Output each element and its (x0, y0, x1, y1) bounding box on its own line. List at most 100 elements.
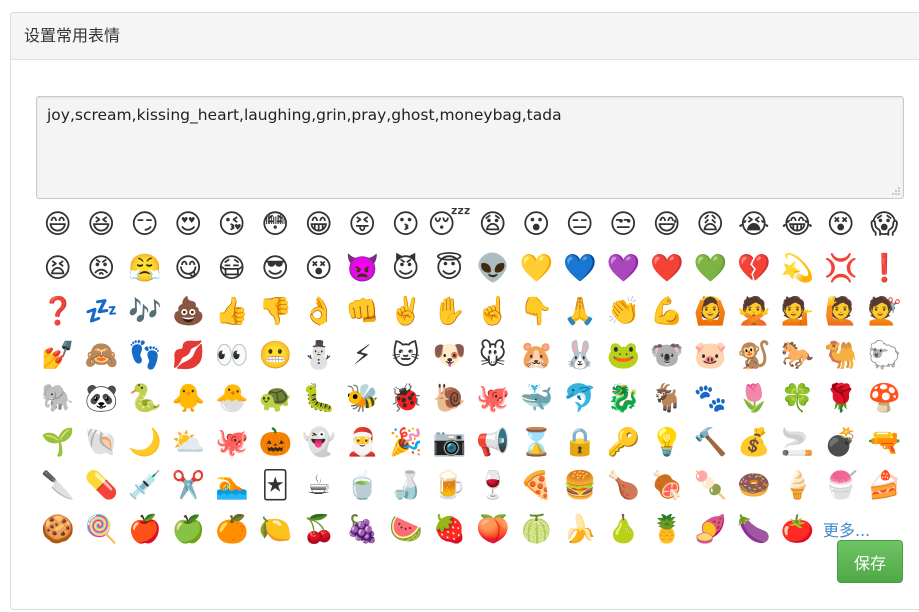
muscle-icon[interactable]: 💪 (645, 290, 689, 334)
rose-icon[interactable]: 🌹 (819, 377, 863, 421)
horse-icon[interactable]: 🐎 (776, 334, 820, 378)
sob-icon[interactable]: 😭 (732, 203, 776, 247)
meat-on-bone-icon[interactable]: 🍖 (645, 464, 689, 508)
no-good-icon[interactable]: 🙅 (732, 290, 776, 334)
chick-icon[interactable]: 🐥 (167, 377, 211, 421)
shaved-ice-icon[interactable]: 🍧 (819, 464, 863, 508)
bee-icon[interactable]: 🐝 (341, 377, 385, 421)
expressionless-icon[interactable]: 😑 (558, 203, 602, 247)
bomb-icon[interactable]: 💣 (819, 421, 863, 465)
octopus-icon[interactable]: 🐙 (471, 377, 515, 421)
heart-eyes-icon[interactable]: 😍 (167, 203, 211, 247)
clap-icon[interactable]: 👏 (602, 290, 646, 334)
snail-icon[interactable]: 🐌 (428, 377, 472, 421)
resize-grip-icon[interactable] (891, 186, 901, 196)
green-heart-icon[interactable]: 💚 (689, 247, 733, 291)
cat-icon[interactable]: 🐱 (384, 334, 428, 378)
koala-icon[interactable]: 🐨 (645, 334, 689, 378)
eyes-icon[interactable]: 👀 (210, 334, 254, 378)
goat-icon[interactable]: 🐐 (645, 377, 689, 421)
cherries-icon[interactable]: 🍒 (297, 508, 341, 552)
smirk-icon[interactable]: 😏 (123, 203, 167, 247)
hatching-chick-icon[interactable]: 🐣 (210, 377, 254, 421)
peach-icon[interactable]: 🍑 (471, 508, 515, 552)
see-no-evil-icon[interactable]: 🙈 (80, 334, 124, 378)
triumph-icon[interactable]: 😤 (123, 247, 167, 291)
anguished-icon[interactable]: 😧 (471, 203, 515, 247)
tomato-icon[interactable]: 🍅 (776, 508, 820, 552)
sleeping-icon[interactable]: 😴 (428, 203, 472, 247)
notes-icon[interactable]: 🎶 (123, 290, 167, 334)
moneybag-icon[interactable]: 💰 (732, 421, 776, 465)
heart-icon[interactable]: ❤️ (645, 247, 689, 291)
trollface-icon[interactable]: 😬 (254, 334, 298, 378)
laughing-icon[interactable]: 😆 (80, 203, 124, 247)
snake-icon[interactable]: 🐍 (123, 377, 167, 421)
apple-icon[interactable]: 🍎 (123, 508, 167, 552)
unamused-icon[interactable]: 😒 (602, 203, 646, 247)
camera-icon[interactable]: 📷 (428, 421, 472, 465)
poultry-leg-icon[interactable]: 🍗 (602, 464, 646, 508)
hamster-icon[interactable]: 🐹 (515, 334, 559, 378)
emoji-codes-textarea[interactable] (36, 96, 904, 199)
paw-prints-icon[interactable]: 🐾 (689, 377, 733, 421)
dragon-icon[interactable]: 🐉 (602, 377, 646, 421)
point-up-icon[interactable]: ☝️ (471, 290, 515, 334)
exclamation-icon[interactable]: ❗ (863, 247, 907, 291)
hocho-icon[interactable]: 🔪 (36, 464, 80, 508)
rabbit-icon[interactable]: 🐰 (558, 334, 602, 378)
thumbsdown-icon[interactable]: 👎 (254, 290, 298, 334)
mouse-icon[interactable]: 🐭 (471, 334, 515, 378)
tada-icon[interactable]: 🎉 (384, 421, 428, 465)
mushroom-icon[interactable]: 🍄 (863, 377, 907, 421)
sake-icon[interactable]: 🍶 (384, 464, 428, 508)
monkey-icon[interactable]: 🐒 (732, 334, 776, 378)
melon-icon[interactable]: 🍈 (515, 508, 559, 552)
black-joker-icon[interactable]: 🃏 (254, 464, 298, 508)
pray-icon[interactable]: 🙏 (558, 290, 602, 334)
cookie-icon[interactable]: 🍪 (36, 508, 80, 552)
blue-heart-icon[interactable]: 💙 (558, 247, 602, 291)
purple-heart-icon[interactable]: 💜 (602, 247, 646, 291)
dizzy-face-2-icon[interactable]: 😵 (297, 247, 341, 291)
turtle-icon[interactable]: 🐢 (254, 377, 298, 421)
thumbsup-icon[interactable]: 👍 (210, 290, 254, 334)
dolphin-icon[interactable]: 🐬 (558, 377, 602, 421)
broken-heart-icon[interactable]: 💔 (732, 247, 776, 291)
lips-icon[interactable]: 💋 (167, 334, 211, 378)
bug-icon[interactable]: 🐛 (297, 377, 341, 421)
smile-icon[interactable]: 😄 (36, 203, 80, 247)
tea-icon[interactable]: 🍵 (341, 464, 385, 508)
key-icon[interactable]: 🔑 (602, 421, 646, 465)
haircut-icon[interactable]: 💇 (863, 290, 907, 334)
grin-icon[interactable]: 😁 (297, 203, 341, 247)
raising-hand-icon[interactable]: 🙋 (819, 290, 863, 334)
innocent-icon[interactable]: 😇 (428, 247, 472, 291)
alien-icon[interactable]: 👽 (471, 247, 515, 291)
seedling-icon[interactable]: 🌱 (36, 421, 80, 465)
frog-icon[interactable]: 🐸 (602, 334, 646, 378)
sheep-icon[interactable]: 🐑 (863, 334, 907, 378)
nail-care-icon[interactable]: 💅 (36, 334, 80, 378)
yum-icon[interactable]: 😋 (167, 247, 211, 291)
icecream-icon[interactable]: 🍦 (776, 464, 820, 508)
ghost-icon[interactable]: 👻 (297, 421, 341, 465)
sweet-potato-icon[interactable]: 🍠 (689, 508, 733, 552)
syringe-icon[interactable]: 💉 (123, 464, 167, 508)
dango-icon[interactable]: 🍡 (689, 464, 733, 508)
flushed-icon[interactable]: 😳 (254, 203, 298, 247)
gun-icon[interactable]: 🔫 (863, 421, 907, 465)
grapes-icon[interactable]: 🍇 (341, 508, 385, 552)
scream-icon[interactable]: 😱 (863, 203, 907, 247)
sweat-smile-icon[interactable]: 😅 (645, 203, 689, 247)
partly-sunny-icon[interactable]: ⛅ (167, 421, 211, 465)
information-desk-person-icon[interactable]: 💁 (776, 290, 820, 334)
raised-hand-icon[interactable]: ✋ (428, 290, 472, 334)
hamburger-icon[interactable]: 🍔 (558, 464, 602, 508)
smiling-imp-icon[interactable]: 😈 (384, 247, 428, 291)
wine-glass-icon[interactable]: 🍷 (471, 464, 515, 508)
banana-icon[interactable]: 🍌 (558, 508, 602, 552)
pear-icon[interactable]: 🍐 (602, 508, 646, 552)
shell-icon[interactable]: 🐚 (80, 421, 124, 465)
rage-icon[interactable]: 😡 (80, 247, 124, 291)
